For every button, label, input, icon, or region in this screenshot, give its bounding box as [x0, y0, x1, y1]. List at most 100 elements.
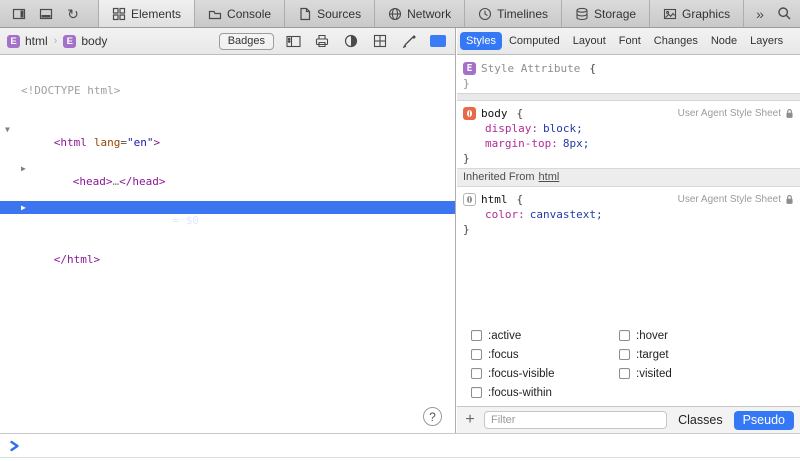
checkbox-icon[interactable]: [471, 330, 482, 341]
css-property-row[interactable]: color:canvastext;: [463, 207, 794, 222]
close-brace-text: }: [463, 152, 470, 165]
pseudo-label: :target: [636, 349, 669, 361]
tab-label: Sources: [317, 7, 361, 21]
html-open-node[interactable]: ▼<htmllang="en">: [0, 123, 455, 136]
new-rule-button[interactable]: +: [463, 413, 477, 427]
search-button[interactable]: [777, 6, 792, 21]
tab-computed[interactable]: Computed: [503, 32, 566, 50]
layout-panes-button[interactable]: [283, 31, 303, 51]
pseudo-checkbox-active[interactable]: :active: [471, 326, 619, 345]
css-property-name: margin-top:: [485, 137, 558, 150]
dock-bottom-button[interactable]: [36, 4, 56, 24]
pseudo-checkbox-target[interactable]: :target: [619, 345, 672, 364]
pseudo-checkbox-focus-visible[interactable]: :focus-visible: [471, 364, 619, 383]
tab-layers[interactable]: Layers: [744, 32, 789, 50]
rule-source: User Agent Style Sheet: [678, 194, 794, 205]
checkbox-icon[interactable]: [619, 330, 630, 341]
css-property-row[interactable]: display:block;: [463, 121, 794, 136]
overflow-button[interactable]: »: [756, 6, 764, 22]
help-button[interactable]: ?: [423, 407, 442, 426]
head-node[interactable]: ▶<head>…</head>: [0, 162, 455, 175]
pencil-icon: [402, 34, 416, 48]
breadcrumb-item-body[interactable]: body: [81, 34, 107, 48]
checkbox-icon[interactable]: [471, 368, 482, 379]
pseudo-toggle-button[interactable]: Pseudo: [734, 411, 794, 430]
tab-label: Elements: [131, 7, 181, 21]
element-selection-button[interactable]: [428, 31, 448, 51]
dock-side-icon: [12, 7, 26, 21]
section-separator: [457, 93, 800, 101]
quick-console-bar[interactable]: [0, 433, 800, 461]
help-button-label: ?: [429, 410, 436, 424]
storage-database-icon: [575, 7, 589, 21]
tab-elements[interactable]: Elements: [98, 0, 194, 27]
style-attribute-section[interactable]: E Style Attribute { }: [457, 56, 800, 93]
console-prompt-icon: [9, 440, 20, 452]
breadcrumb-item-html[interactable]: html: [25, 34, 48, 48]
element-badge-icon: E: [463, 62, 476, 75]
appearance-toggle-button[interactable]: [341, 31, 361, 51]
dock-side-button[interactable]: [9, 4, 29, 24]
html-close-node[interactable]: </html>: [0, 240, 455, 253]
layout-panes-icon: [286, 35, 301, 48]
expand-arrow-icon[interactable]: ▶: [21, 203, 26, 212]
pseudo-checkbox-visited[interactable]: :visited: [619, 364, 672, 383]
doctype-node[interactable]: <!DOCTYPE html>: [0, 84, 455, 97]
grid-overlay-button[interactable]: [370, 31, 390, 51]
tab-node[interactable]: Node: [705, 32, 743, 50]
checkbox-icon[interactable]: [471, 349, 482, 360]
style-attribute-title: Style Attribute: [481, 62, 580, 75]
toolbar-right-controls: »: [744, 0, 800, 27]
pseudo-checkbox-focus[interactable]: :focus: [471, 345, 619, 364]
tab-network[interactable]: Network: [374, 0, 464, 27]
checkbox-icon[interactable]: [471, 387, 482, 398]
tab-storage[interactable]: Storage: [561, 0, 649, 27]
checkbox-icon[interactable]: [619, 349, 630, 360]
rule-source-label: User Agent Style Sheet: [678, 194, 781, 205]
tab-label: Timelines: [497, 7, 548, 21]
reload-icon: ↻: [67, 7, 79, 21]
pseudo-label: :focus-within: [488, 387, 552, 399]
style-rule-icon: [463, 107, 476, 120]
inherited-from-target[interactable]: html: [539, 171, 560, 183]
tab-changes[interactable]: Changes: [648, 32, 704, 50]
styles-content: E Style Attribute { } body { User Agent …: [457, 56, 800, 406]
open-brace-text: {: [517, 107, 524, 120]
main-tab-bar: Elements Console Sources Network Timelin…: [98, 0, 744, 27]
html-style-rule[interactable]: html { User Agent Style Sheet color:canv…: [457, 187, 800, 239]
print-button[interactable]: [312, 31, 332, 51]
pseudo-button-label: Pseudo: [743, 413, 785, 427]
pseudo-checkbox-hover[interactable]: :hover: [619, 326, 672, 345]
expand-arrow-icon[interactable]: ▶: [21, 164, 26, 173]
filter-input[interactable]: [484, 411, 667, 429]
badges-button[interactable]: Badges: [219, 33, 274, 50]
tab-styles[interactable]: Styles: [460, 32, 502, 50]
css-property-row[interactable]: margin-top:8px;: [463, 136, 794, 151]
tab-layout[interactable]: Layout: [567, 32, 612, 50]
element-badge-icon: E: [63, 35, 76, 48]
tab-font[interactable]: Font: [613, 32, 647, 50]
tab-graphics[interactable]: Graphics: [649, 0, 744, 27]
lock-icon: [785, 108, 794, 119]
tag-text: >: [154, 136, 161, 149]
dom-sub-toolbar: E html › E body Badges: [0, 28, 455, 55]
dom-toolbar-buttons: Badges: [219, 31, 448, 51]
attr-value-text: "en": [127, 136, 154, 149]
pseudo-column-left: :active :focus :focus-visible :focus-wit…: [457, 326, 619, 402]
elements-panel: E html › E body Badges: [0, 28, 456, 433]
tag-text: <html: [54, 136, 87, 149]
reload-button[interactable]: ↻: [63, 4, 83, 24]
body-node-selected[interactable]: ▶<body>…</body>= $0: [0, 201, 455, 214]
pseudo-checkbox-focus-within[interactable]: :focus-within: [471, 383, 619, 402]
tab-timelines[interactable]: Timelines: [464, 0, 561, 27]
collapse-arrow-icon[interactable]: ▼: [5, 125, 10, 134]
classes-button[interactable]: Classes: [674, 411, 726, 429]
tab-label: Network: [407, 7, 451, 21]
body-style-rule[interactable]: body { User Agent Style Sheet display:bl…: [457, 101, 800, 168]
tab-console[interactable]: Console: [194, 0, 284, 27]
checkbox-icon[interactable]: [619, 368, 630, 379]
edit-button[interactable]: [399, 31, 419, 51]
sources-icon: [298, 7, 312, 21]
rule-selector: body: [481, 107, 508, 120]
tab-sources[interactable]: Sources: [284, 0, 374, 27]
